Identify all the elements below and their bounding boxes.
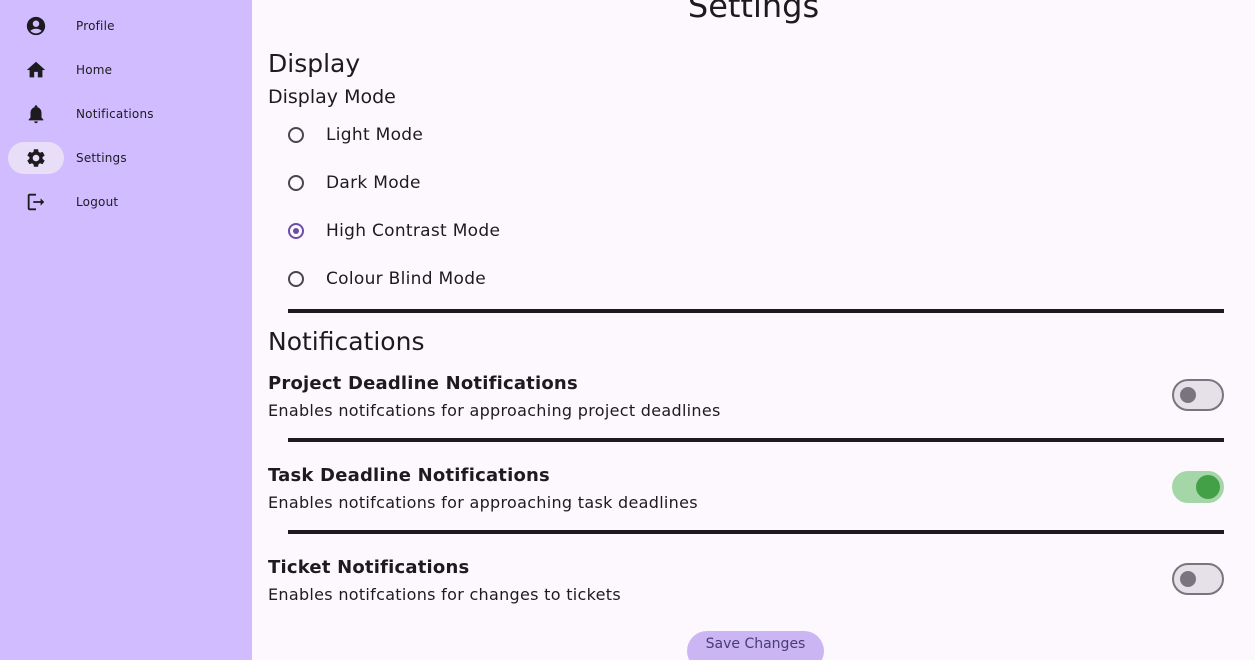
radio-dark-mode[interactable]: Dark Mode (288, 167, 688, 199)
app-root: Profile Home Notifications Settings Logo… (0, 0, 1255, 660)
sidebar: Profile Home Notifications Settings Logo… (0, 0, 252, 660)
setting-title: Project Deadline Notifications (268, 373, 578, 394)
radio-high-contrast-mode[interactable]: High Contrast Mode (288, 215, 688, 247)
toggle-knob (1180, 571, 1196, 587)
home-icon (24, 58, 48, 82)
sidebar-item-profile[interactable]: Profile (0, 10, 252, 42)
sidebar-item-settings[interactable]: Settings (0, 142, 252, 174)
ticket-notifications-toggle[interactable] (1172, 563, 1224, 595)
bell-icon (24, 102, 48, 126)
setting-description: Enables notifcations for approaching tas… (268, 493, 698, 512)
sidebar-item-label: Settings (76, 151, 127, 165)
toggle-knob (1196, 475, 1220, 499)
setting-divider (288, 530, 1224, 534)
radio-light-mode[interactable]: Light Mode (288, 119, 688, 151)
radio-button-selected[interactable] (288, 223, 304, 239)
radio-button[interactable] (288, 175, 304, 191)
toggle-knob (1180, 387, 1196, 403)
sidebar-item-notifications[interactable]: Notifications (0, 98, 252, 130)
sidebar-item-label: Logout (76, 195, 119, 209)
setting-description: Enables notifcations for approaching pro… (268, 401, 721, 420)
display-mode-title: Display Mode (268, 86, 396, 108)
radio-label: Light Mode (326, 125, 424, 145)
radio-colour-blind-mode[interactable]: Colour Blind Mode (288, 263, 688, 295)
notifications-section-title: Notifications (268, 327, 425, 356)
sidebar-item-home[interactable]: Home (0, 54, 252, 86)
radio-label: High Contrast Mode (326, 221, 501, 241)
sidebar-item-label: Profile (76, 19, 115, 33)
task-deadline-toggle[interactable] (1172, 471, 1224, 503)
page-title: Settings (687, 0, 820, 25)
setting-description: Enables notifcations for changes to tick… (268, 585, 621, 604)
radio-button[interactable] (288, 127, 304, 143)
display-section-title: Display (268, 49, 361, 78)
account-circle-icon (24, 14, 48, 38)
radio-button[interactable] (288, 271, 304, 287)
sidebar-item-label: Notifications (76, 107, 154, 121)
radio-label: Colour Blind Mode (326, 269, 487, 289)
save-changes-button[interactable]: Save Changes (687, 631, 824, 660)
setting-title: Ticket Notifications (268, 557, 470, 578)
setting-divider (288, 438, 1224, 442)
radio-label: Dark Mode (326, 173, 421, 193)
logout-icon (24, 190, 48, 214)
gear-icon (24, 146, 48, 170)
setting-title: Task Deadline Notifications (268, 465, 550, 486)
sidebar-item-label: Home (76, 63, 113, 77)
settings-main: Settings Display Display Mode Light Mode… (252, 0, 1255, 660)
section-divider (288, 309, 1224, 313)
project-deadline-toggle[interactable] (1172, 379, 1224, 411)
sidebar-item-logout[interactable]: Logout (0, 186, 252, 218)
